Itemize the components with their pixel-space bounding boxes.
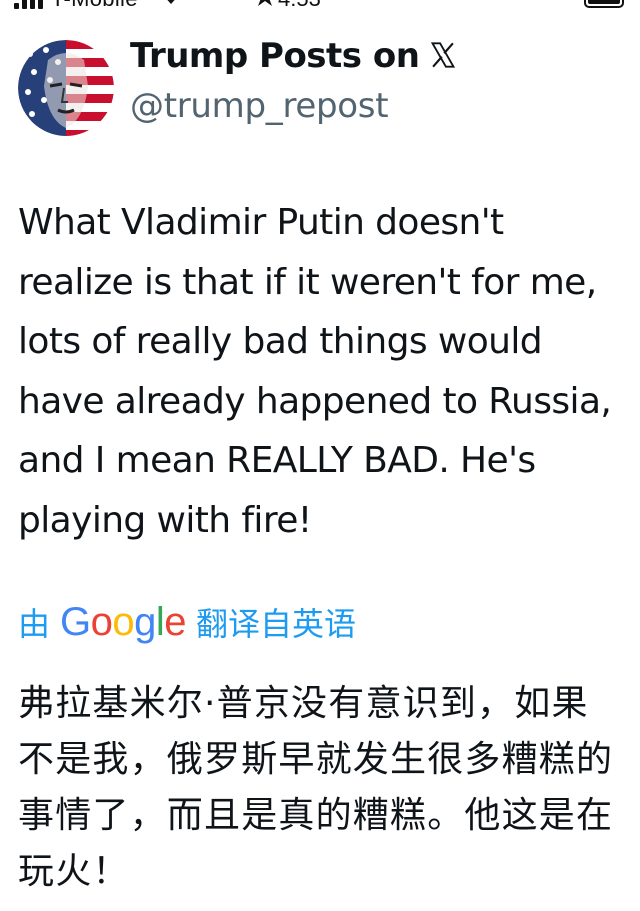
avatar-icon [18, 40, 114, 136]
location-arrow-icon [258, 0, 272, 12]
cellular-signal-icon [14, 0, 43, 9]
status-time: 4:53 [278, 0, 321, 12]
post-text: What Vladimir Putin doesn't realize is t… [18, 202, 612, 541]
translated-text: 弗拉基米尔·普京没有意识到，如果不是我，俄罗斯早就发生很多糟糕的事情了，而且是真… [18, 683, 614, 892]
display-name-row[interactable]: Trump Posts on [130, 36, 457, 76]
display-name[interactable]: Trump Posts on [130, 36, 420, 76]
translation-suffix: 翻译自英语 [196, 605, 357, 643]
translation-attribution[interactable]: 由 Google 翻译自英语 [18, 597, 356, 647]
status-right [584, 0, 624, 8]
x-logo-icon [429, 41, 457, 73]
status-bar: T-Mobile 4:53 [0, 0, 640, 12]
user-handle[interactable]: @trump_repost [130, 86, 389, 126]
carrier-label: T-Mobile [51, 0, 138, 12]
translation-prefix: 由 [18, 605, 51, 643]
avatar[interactable] [18, 40, 114, 136]
post-header: Trump Posts on @trump_repost [18, 36, 622, 142]
wifi-icon [160, 0, 182, 12]
status-center: 4:53 [258, 0, 321, 12]
battery-icon [584, 0, 624, 8]
status-left: T-Mobile [14, 0, 182, 12]
google-logo: Google [60, 599, 187, 644]
